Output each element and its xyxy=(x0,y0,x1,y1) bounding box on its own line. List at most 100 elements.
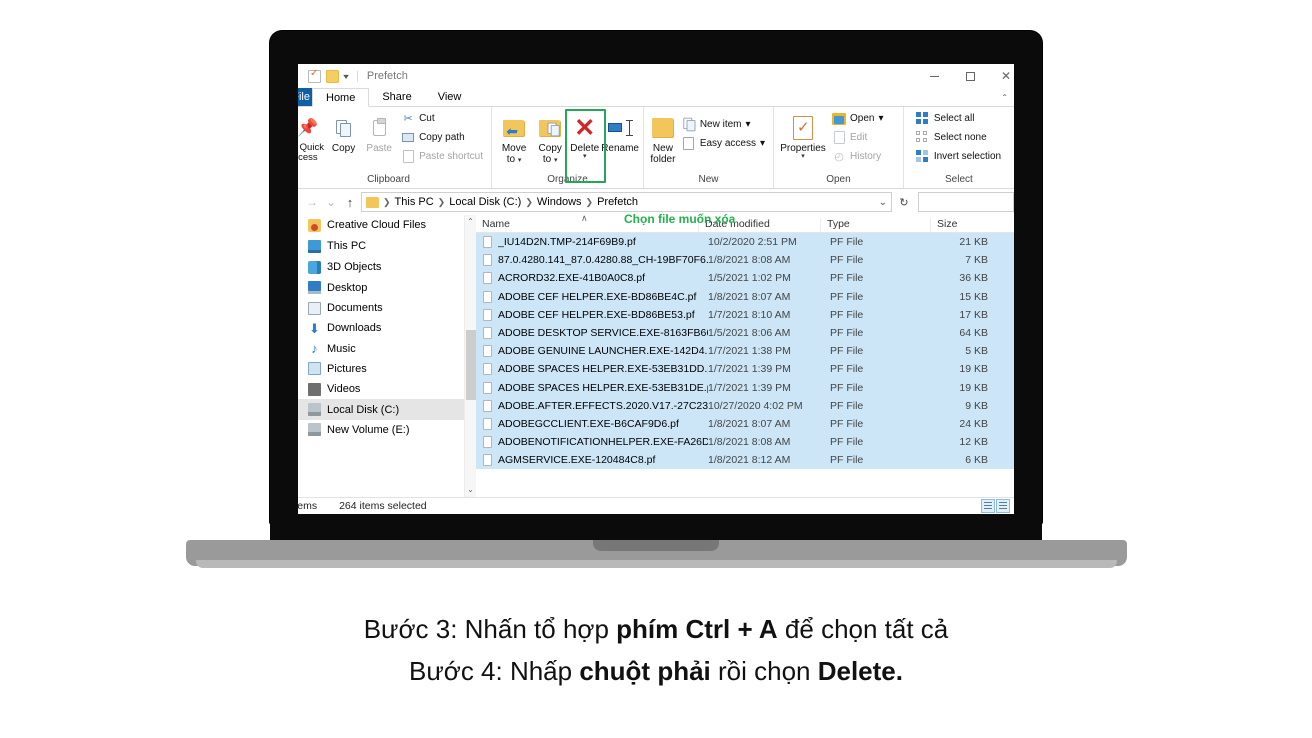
breadcrumb-prefetch[interactable]: Prefetch xyxy=(597,196,638,208)
tab-home[interactable]: Home xyxy=(312,88,370,107)
table-row[interactable]: AGMSERVICE.EXE-120484C8.pf 1/8/2021 8:12… xyxy=(476,451,1014,470)
properties-check-icon[interactable] xyxy=(308,68,321,83)
new-item-button[interactable]: New item ▾ xyxy=(680,116,769,133)
move-to-button[interactable]: ⬅ Move to ▾ xyxy=(496,110,532,165)
pin-to-quick-access-button[interactable]: 📌 o Quickcess xyxy=(298,110,326,164)
view-toggle-group[interactable] xyxy=(981,499,1010,513)
table-row[interactable]: ADOBE SPACES HELPER.EXE-53EB31DE.pf 1/7/… xyxy=(476,378,1014,397)
nav-pane-scrollbar[interactable]: ⌃ ⌄ xyxy=(464,215,476,497)
open-caret-icon[interactable]: ▾ xyxy=(878,113,883,124)
scroll-up-arrow-icon[interactable]: ⌃ xyxy=(465,215,476,229)
refresh-icon[interactable]: ↻ xyxy=(895,196,913,209)
sidebar-item-desktop[interactable]: Desktop xyxy=(298,278,476,298)
table-row[interactable]: ACRORD32.EXE-41B0A0C8.pf 1/5/2021 1:02 P… xyxy=(476,269,1014,288)
tiles-view-icon[interactable] xyxy=(996,499,1010,513)
sidebar-item-downloads[interactable]: ⬇ Downloads xyxy=(298,318,476,338)
ribbon-group-label-select: Select xyxy=(945,174,973,185)
file-icon xyxy=(483,381,492,394)
quick-access-toolbar[interactable]: ▾ | Prefetch xyxy=(298,68,408,83)
sidebar-item-documents[interactable]: Documents xyxy=(298,298,476,318)
sidebar-item-local-disk-c[interactable]: Local Disk (C:) xyxy=(298,399,476,420)
maximize-button[interactable] xyxy=(952,64,988,88)
easy-access-caret-icon[interactable]: ▾ xyxy=(760,138,765,149)
invert-selection-button[interactable]: Invert selection xyxy=(914,148,1005,165)
sidebar-item-pictures[interactable]: Pictures xyxy=(298,359,476,379)
rename-button[interactable]: Rename xyxy=(601,110,639,154)
new-item-caret-icon[interactable]: ▾ xyxy=(746,119,751,130)
status-items-count: items xyxy=(298,500,318,512)
delete-button[interactable]: ✕ Delete ▾ xyxy=(568,110,601,161)
properties-button[interactable]: Properties ▾ xyxy=(778,110,828,160)
back-button[interactable]: → xyxy=(304,195,320,209)
easy-access-icon xyxy=(682,137,696,151)
tab-share[interactable]: Share xyxy=(369,88,424,106)
table-row[interactable]: ADOBE CEF HELPER.EXE-BD86BE53.pf 1/7/202… xyxy=(476,305,1014,324)
open-button[interactable]: Open ▾ xyxy=(830,110,888,127)
table-row[interactable]: ADOBE GENUINE LAUNCHER.EXE-142D4... 1/7/… xyxy=(476,342,1014,361)
table-row[interactable]: ADOBE SPACES HELPER.EXE-53EB31DD.pf 1/7/… xyxy=(476,360,1014,379)
breadcrumb-this-pc[interactable]: This PC xyxy=(395,196,434,208)
sidebar-item-videos[interactable]: Videos xyxy=(298,379,476,399)
sidebar-item-this-pc[interactable]: This PC xyxy=(298,235,476,257)
search-input[interactable] xyxy=(918,192,1014,212)
ribbon-tab-strip[interactable]: File Home Share View ⌃ xyxy=(298,88,1014,107)
scrollbar-thumb[interactable] xyxy=(466,330,476,400)
details-view-icon[interactable] xyxy=(981,499,995,513)
paste-shortcut-button[interactable]: Paste shortcut xyxy=(399,148,487,165)
window-controls[interactable]: ✕ xyxy=(916,64,1014,88)
tab-view[interactable]: View xyxy=(425,88,475,106)
select-none-button[interactable]: Select none xyxy=(914,129,1005,146)
move-to-label: Move to ▾ xyxy=(501,143,527,165)
sidebar-item-new-volume-e[interactable]: New Volume (E:) xyxy=(298,420,476,440)
new-folder-icon[interactable] xyxy=(326,69,339,83)
breadcrumb[interactable]: ❯ This PC ❯ Local Disk (C:) ❯ Windows ❯ … xyxy=(361,192,892,212)
column-header-size[interactable]: Size xyxy=(930,218,1014,232)
copy-path-button[interactable]: Copy path xyxy=(399,129,487,146)
table-row[interactable]: 87.0.4280.141_87.0.4280.88_CH-19BF70F6..… xyxy=(476,251,1014,270)
table-row[interactable]: ADOBE CEF HELPER.EXE-BD86BE4C.pf 1/8/202… xyxy=(476,287,1014,306)
properties-caret-icon[interactable]: ▾ xyxy=(801,153,805,160)
table-row[interactable]: ADOBE DESKTOP SERVICE.EXE-8163FB66.pf 1/… xyxy=(476,323,1014,343)
cut-button[interactable]: ✂ Cut xyxy=(399,110,487,127)
forward-button[interactable]: ⌄ xyxy=(323,195,339,209)
easy-access-button[interactable]: Easy access ▾ xyxy=(680,135,769,152)
paste-label: Paste xyxy=(366,143,392,154)
column-header-type[interactable]: Type xyxy=(820,218,930,232)
file-name: ADOBENOTIFICATIONHELPER.EXE-FA26D... xyxy=(498,436,708,449)
table-row[interactable]: _IU14D2N.TMP-214F69B9.pf 10/2/2020 2:51 … xyxy=(476,233,1014,252)
ribbon-expand-caret-icon[interactable]: ⌃ xyxy=(1001,88,1014,106)
breadcrumb-dropdown-caret-icon[interactable]: ⌄ xyxy=(879,197,887,208)
breadcrumb-separator: ❯ xyxy=(383,196,391,207)
sidebar-item-label: Creative Cloud Files xyxy=(327,219,427,232)
breadcrumb-local-disk[interactable]: Local Disk (C:) xyxy=(449,196,521,208)
close-button[interactable]: ✕ xyxy=(988,64,1014,88)
file-rows[interactable]: _IU14D2N.TMP-214F69B9.pf 10/2/2020 2:51 … xyxy=(476,233,1014,497)
breadcrumb-windows[interactable]: Windows xyxy=(537,196,582,208)
delete-caret-icon[interactable]: ▾ xyxy=(583,153,587,160)
easy-access-label: Easy access xyxy=(699,138,756,149)
customize-caret-icon[interactable]: ▾ xyxy=(343,72,349,81)
scroll-down-arrow-icon[interactable]: ⌄ xyxy=(465,483,476,497)
videos-icon xyxy=(308,382,321,396)
minimize-button[interactable] xyxy=(916,64,952,88)
select-all-button[interactable]: Select all xyxy=(914,110,1005,127)
up-button[interactable]: ↑ xyxy=(342,195,358,210)
open-label: Open xyxy=(850,113,875,124)
pin-to-quick-access-label: o Quickcess xyxy=(298,142,324,164)
edit-button[interactable]: Edit xyxy=(830,129,888,146)
sidebar-item-creative-cloud-files[interactable]: Creative Cloud Files xyxy=(298,215,476,235)
file-size: 21 KB xyxy=(959,236,988,249)
paste-button[interactable]: Paste xyxy=(361,110,397,154)
copy-button[interactable]: Copy xyxy=(326,110,362,154)
history-button[interactable]: ◴ History xyxy=(830,148,888,165)
3d-objects-icon xyxy=(308,260,321,274)
copy-to-button[interactable]: Copy to ▾ xyxy=(532,110,568,165)
table-row[interactable]: ADOBEGCCLIENT.EXE-B6CAF9D6.pf 1/8/2021 8… xyxy=(476,414,1014,434)
new-folder-button[interactable]: New folder xyxy=(648,110,678,165)
sidebar-item-music[interactable]: ♪ Music xyxy=(298,338,476,358)
tab-file[interactable]: File xyxy=(298,88,312,106)
table-row[interactable]: ADOBE.AFTER.EFFECTS.2020.V17.-27C23... 1… xyxy=(476,396,1014,415)
table-row[interactable]: ADOBENOTIFICATIONHELPER.EXE-FA26D... 1/8… xyxy=(476,433,1014,452)
ribbon-group-new: New folder New item ▾ Easy access ▾ New xyxy=(644,107,774,188)
sidebar-item-3d-objects[interactable]: 3D Objects xyxy=(298,257,476,277)
